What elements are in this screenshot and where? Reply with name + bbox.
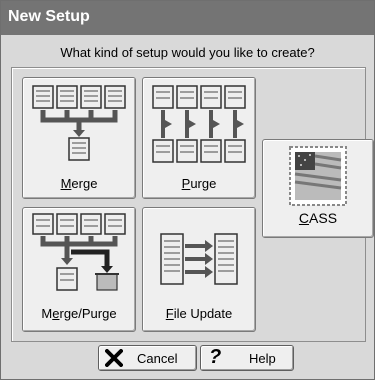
postage-stamp-icon [289,146,347,206]
help-button[interactable]: ? Help [200,345,294,371]
cass-label: CASS [298,210,338,226]
x-icon [105,349,123,367]
new-setup-dialog: New Setup What kind of setup would you l… [0,0,375,380]
cancel-button[interactable]: Cancel [98,345,197,371]
purge-button[interactable]: Purge [142,77,256,199]
file-update-button[interactable]: File Update [142,207,256,332]
window-title: New Setup [8,8,90,25]
purge-icon [152,85,246,163]
setup-prompt: What kind of setup would you like to cre… [60,45,315,60]
help-label: Help [249,351,276,366]
merge-purge-button[interactable]: Merge/Purge [22,207,136,332]
merge-purge-icon [32,213,126,291]
cancel-label: Cancel [137,351,178,366]
merge-purge-label: Merge/Purge [41,306,117,321]
question-mark-icon: ? [209,346,222,368]
merge-button[interactable]: Merge [22,77,136,199]
file-update-label: File Update [165,306,233,321]
merge-label: Merge [60,176,98,191]
cass-button[interactable]: CASS [262,139,374,238]
purge-label: Purge [181,176,217,191]
title-bar: New Setup [1,1,374,35]
merge-icon [32,85,126,161]
file-update-icon [160,233,238,285]
